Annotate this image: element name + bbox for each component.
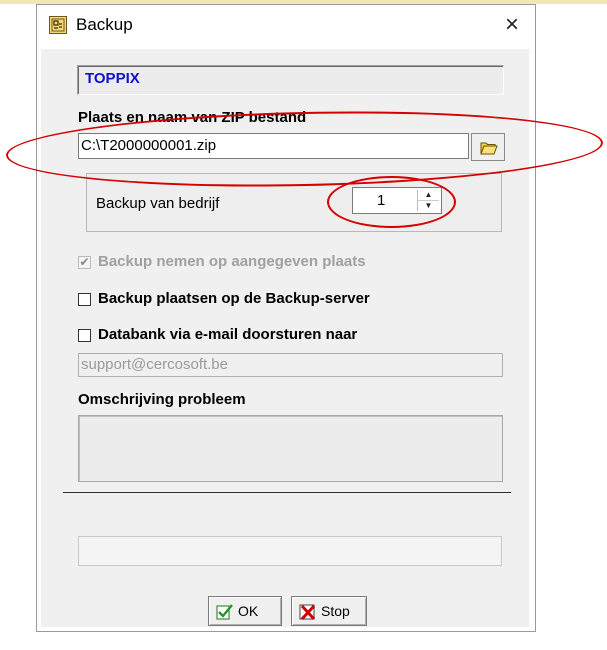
browse-folder-button[interactable] (471, 133, 505, 161)
checkbox-backup-location-label: Backup nemen op aangegeven plaats (98, 253, 366, 270)
spinner-down-icon[interactable]: ▼ (418, 201, 439, 211)
description-label: Omschrijving probleem (78, 391, 246, 408)
checkbox-backup-server[interactable] (78, 293, 91, 306)
backup-dialog: Backup × TOPPIX Plaats en naam van ZIP b… (36, 4, 536, 632)
email-field[interactable]: support@cercosoft.be (78, 353, 503, 377)
window-title: Backup (76, 15, 133, 34)
company-group-label: Backup van bedrijf (96, 195, 220, 212)
description-textarea[interactable] (78, 415, 503, 482)
spinner-up-icon[interactable]: ▲ (418, 190, 439, 201)
company-banner: TOPPIX (77, 65, 504, 95)
dialog-client: TOPPIX Plaats en naam van ZIP bestand C:… (41, 49, 529, 627)
close-button[interactable]: × (499, 11, 525, 39)
zip-label: Plaats en naam van ZIP bestand (78, 109, 307, 126)
company-group: Backup van bedrijf 1 ▲ ▼ (86, 173, 502, 232)
divider (63, 492, 511, 493)
spinner-value: 1 (377, 192, 386, 209)
company-spinner[interactable]: 1 ▲ ▼ (352, 187, 442, 214)
status-field (78, 536, 502, 566)
ok-button[interactable]: OK (208, 596, 282, 626)
checkbox-email-label: Databank via e-mail doorsturen naar (98, 326, 358, 343)
checkbox-email[interactable] (78, 329, 91, 342)
ok-button-label: OK (238, 603, 259, 619)
checkbox-backup-server-label: Backup plaatsen op de Backup-server (98, 290, 370, 307)
zip-path-input[interactable]: C:\T2000000001.zip (78, 133, 469, 159)
title-bar: Backup × (37, 5, 535, 49)
check-icon (216, 604, 233, 620)
folder-open-icon (480, 142, 498, 155)
backup-app-icon (49, 16, 67, 34)
red-x-icon (299, 604, 316, 621)
company-name: TOPPIX (85, 70, 140, 87)
spinner-arrows: ▲ ▼ (417, 190, 439, 211)
checkbox-backup-location[interactable]: ✔ (78, 256, 91, 269)
stop-button-label: Stop (321, 603, 350, 619)
stop-button[interactable]: Stop (291, 596, 367, 626)
